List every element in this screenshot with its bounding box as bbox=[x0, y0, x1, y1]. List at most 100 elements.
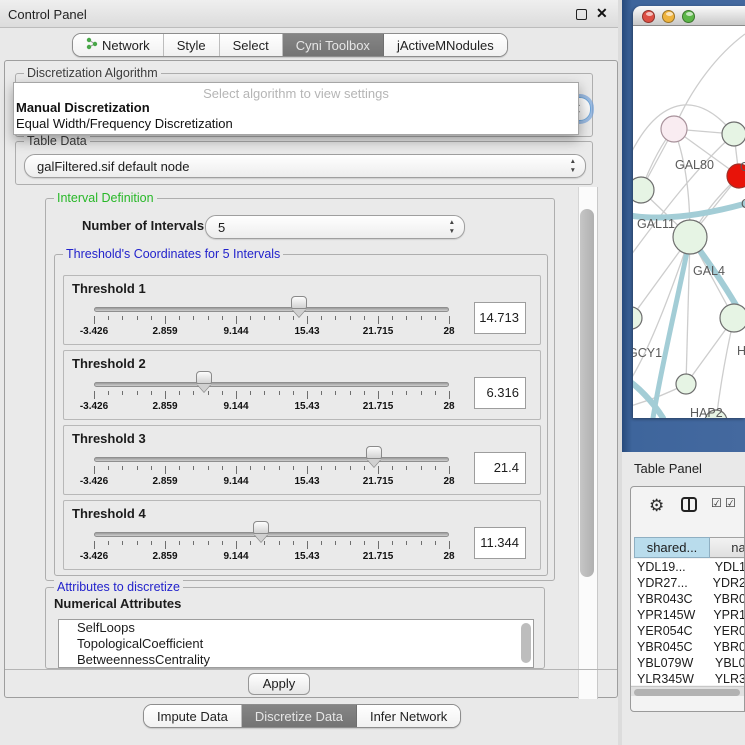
tab-network[interactable]: Network bbox=[73, 34, 164, 56]
panel-scrollbar-thumb[interactable] bbox=[580, 209, 594, 577]
table-row[interactable]: YBR043CYBR0 bbox=[631, 591, 745, 607]
slider-tick bbox=[222, 316, 223, 320]
network-node-green[interactable] bbox=[633, 177, 654, 203]
tab-label: Style bbox=[177, 38, 206, 53]
threshold-value-field[interactable]: 6.316 bbox=[474, 377, 526, 409]
slider-tick bbox=[279, 466, 280, 470]
slider-tick bbox=[208, 391, 209, 395]
table-hscrollbar[interactable] bbox=[631, 686, 745, 696]
combo-arrows-icon: ▲▼ bbox=[570, 157, 576, 175]
split-columns-icon[interactable] bbox=[681, 497, 697, 517]
slider-track[interactable] bbox=[94, 307, 449, 312]
slider-thumb[interactable] bbox=[253, 521, 269, 541]
slider-tick bbox=[421, 466, 422, 470]
table-row[interactable]: YPR145WYPR1 bbox=[631, 607, 745, 623]
numerical-attributes-list[interactable]: SelfLoopsTopologicalCoefficientBetweenne… bbox=[58, 619, 534, 668]
table-hscrollbar-thumb[interactable] bbox=[634, 689, 740, 696]
slider-tick bbox=[193, 316, 194, 320]
slider-tick bbox=[279, 316, 280, 320]
tab-impute-data[interactable]: Impute Data bbox=[144, 705, 242, 727]
slider-tick bbox=[364, 541, 365, 545]
slider-tick bbox=[108, 541, 109, 545]
slider-track[interactable] bbox=[94, 532, 449, 537]
table-rows[interactable]: YDL19...YDL1YDR27...YDR2YBR043CYBR0YPR14… bbox=[631, 559, 745, 685]
tab-style[interactable]: Style bbox=[164, 34, 220, 56]
slider-thumb-point bbox=[197, 384, 211, 392]
gear-icon[interactable]: ⚙ bbox=[649, 496, 664, 516]
slider-tick bbox=[264, 391, 265, 395]
threshold-label: Threshold 4 bbox=[72, 506, 146, 521]
slider-tick bbox=[279, 541, 280, 545]
network-canvas[interactable]: GAL80GGAL11GAL4GCY1HHAP2C bbox=[633, 26, 745, 418]
table-row[interactable]: YDL19...YDL1 bbox=[631, 559, 745, 575]
tab-discretize-data[interactable]: Discretize Data bbox=[242, 705, 357, 727]
slider-thumb[interactable] bbox=[366, 446, 382, 466]
algorithm-hint-item[interactable]: Select algorithm to view settings bbox=[14, 83, 578, 100]
slider-tick bbox=[392, 316, 393, 320]
tick-label: -3.426 bbox=[80, 476, 108, 487]
tab-cyni-toolbox[interactable]: Cyni Toolbox bbox=[283, 34, 384, 56]
apply-button[interactable]: Apply bbox=[248, 673, 310, 695]
slider-track[interactable] bbox=[94, 382, 449, 387]
table-data-combobox[interactable]: galFiltered.sif default node ▲▼ bbox=[24, 154, 586, 178]
column-header-shared[interactable]: shared... bbox=[634, 537, 710, 558]
slider-tick bbox=[293, 391, 294, 395]
algorithm-dropdown-popup: Select algorithm to view settings Manual… bbox=[13, 82, 579, 135]
table-header-row: shared... name bbox=[631, 537, 745, 558]
slider-tick bbox=[335, 391, 336, 395]
interval-definition-title: Interval Definition bbox=[54, 191, 157, 205]
network-node-pink[interactable] bbox=[661, 116, 687, 142]
slider-tick bbox=[335, 316, 336, 320]
network-node-green[interactable] bbox=[720, 304, 745, 332]
column-header-name[interactable]: name bbox=[710, 537, 745, 558]
slider-tick bbox=[122, 466, 123, 470]
checkbox-icon[interactable]: ☑ bbox=[711, 496, 722, 510]
table-row[interactable]: YDR27...YDR2 bbox=[631, 575, 745, 591]
tab-label: Select bbox=[233, 38, 269, 53]
threshold-value-field[interactable]: 14.713 bbox=[474, 302, 526, 334]
cell-name: YBR0 bbox=[708, 591, 745, 607]
list-scrollbar-thumb[interactable] bbox=[521, 623, 531, 663]
number-of-intervals-spinner[interactable]: 5 ▲▼ bbox=[205, 215, 465, 239]
slider-tick bbox=[406, 391, 407, 395]
slider-thumb-cap bbox=[291, 296, 307, 309]
list-item[interactable]: SelfLoops bbox=[59, 620, 533, 636]
minimize-traffic-light-icon[interactable] bbox=[662, 10, 675, 23]
threshold-value-field[interactable]: 21.4 bbox=[474, 452, 526, 484]
list-item[interactable]: TopologicalCoefficient bbox=[59, 636, 533, 652]
list-item[interactable]: BetweennessCentrality bbox=[59, 652, 533, 668]
tab-label: Cyni Toolbox bbox=[296, 38, 370, 53]
slider-thumb[interactable] bbox=[196, 371, 212, 391]
zoom-traffic-light-icon[interactable] bbox=[682, 10, 695, 23]
table-row[interactable]: YBL079WYBL0 bbox=[631, 655, 745, 671]
close-traffic-light-icon[interactable] bbox=[642, 10, 655, 23]
tab-jactivemnodules[interactable]: jActiveMNodules bbox=[384, 34, 507, 56]
menu-item-manual-discretization[interactable]: Manual Discretization bbox=[14, 100, 578, 116]
table-row[interactable]: YLR345WYLR3 bbox=[631, 671, 745, 685]
threshold-value-field[interactable]: 11.344 bbox=[474, 527, 526, 559]
table-row[interactable]: YER054CYER0 bbox=[631, 623, 745, 639]
network-node-green[interactable] bbox=[722, 122, 745, 146]
slider-tick bbox=[350, 316, 351, 320]
slider-tick bbox=[293, 466, 294, 470]
tick-label: 21.715 bbox=[363, 476, 394, 487]
slider-thumb-cap bbox=[196, 371, 212, 384]
tab-select[interactable]: Select bbox=[220, 34, 283, 56]
network-node-green[interactable] bbox=[676, 374, 696, 394]
tab-infer-network[interactable]: Infer Network bbox=[357, 705, 460, 727]
menu-item-equal-width-frequency[interactable]: Equal Width/Frequency Discretization bbox=[14, 116, 578, 132]
slider-track[interactable] bbox=[94, 457, 449, 462]
slider-tick bbox=[94, 391, 95, 399]
slider-tick bbox=[165, 391, 166, 399]
checkbox-icon[interactable]: ☑ bbox=[725, 496, 736, 510]
float-window-icon[interactable] bbox=[576, 9, 587, 20]
slider-tick bbox=[293, 541, 294, 545]
network-node-green[interactable] bbox=[633, 307, 642, 329]
network-node-green[interactable] bbox=[673, 220, 707, 254]
cell-shared-name: YBL079W bbox=[631, 655, 710, 671]
slider-thumb[interactable] bbox=[291, 296, 307, 316]
slider-tick bbox=[122, 391, 123, 395]
network-view-window[interactable]: GAL80GGAL11GAL4GCY1HHAP2C bbox=[633, 6, 745, 418]
table-row[interactable]: YBR045CYBR0 bbox=[631, 639, 745, 655]
close-icon[interactable]: ✕ bbox=[596, 5, 608, 22]
